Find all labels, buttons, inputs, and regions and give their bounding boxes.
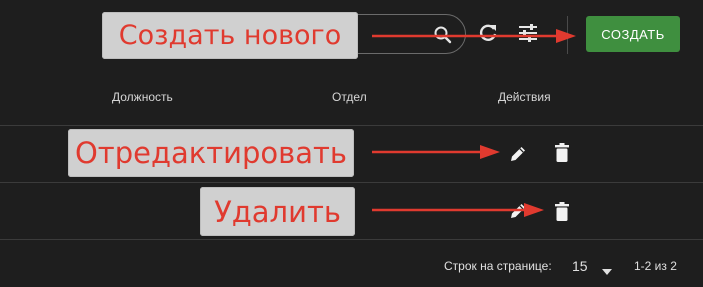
annotation-arrow-delete xyxy=(372,203,544,217)
trash-icon[interactable] xyxy=(552,201,572,228)
rows-per-page-value: 15 xyxy=(572,258,588,274)
pencil-icon[interactable] xyxy=(508,144,528,169)
annotation-arrow-create xyxy=(372,29,576,43)
trash-icon[interactable] xyxy=(552,142,572,169)
annotation-create-new: Создать нового xyxy=(102,12,358,59)
column-header-department[interactable]: Отдел xyxy=(332,90,367,104)
annotation-edit: Отредактировать xyxy=(68,129,354,177)
rows-per-page-label: Строк на странице: xyxy=(444,259,552,273)
caret-down-icon xyxy=(601,263,613,281)
annotation-arrow-edit xyxy=(372,145,500,159)
column-header-position[interactable]: Должность xyxy=(112,90,173,104)
rows-per-page-select[interactable]: 15 xyxy=(568,255,616,277)
pagination-range: 1-2 из 2 xyxy=(634,259,677,273)
column-header-actions: Действия xyxy=(498,90,551,104)
table-bottom-divider xyxy=(0,239,703,240)
annotation-delete: Удалить xyxy=(200,187,355,236)
create-button[interactable]: СОЗДАТЬ xyxy=(586,16,680,52)
